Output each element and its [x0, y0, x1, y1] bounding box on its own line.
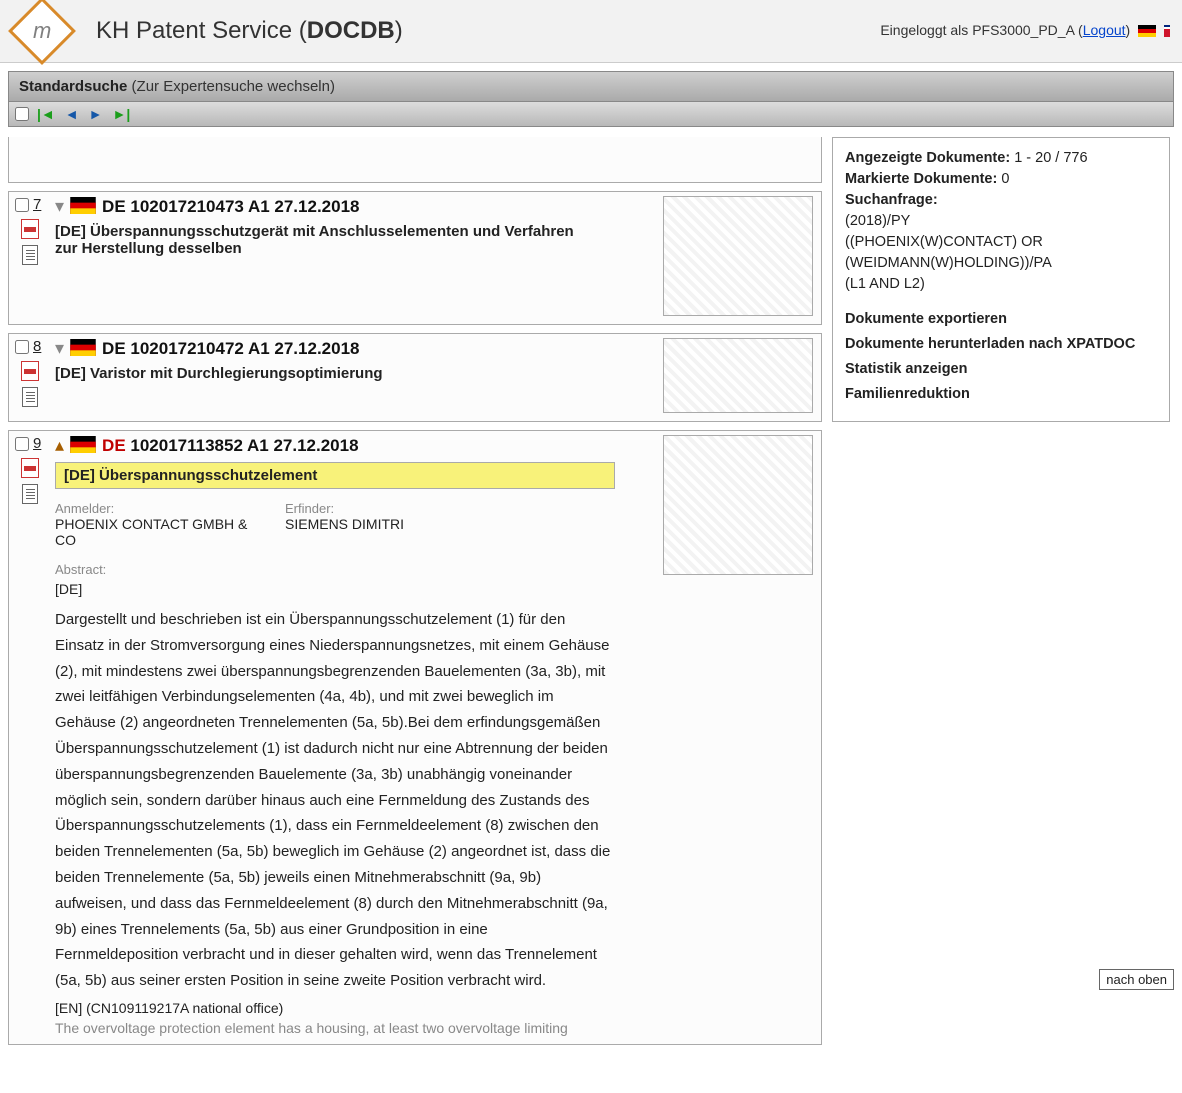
doc-number[interactable]: 9 [33, 435, 41, 452]
link-family[interactable]: Familienreduktion [845, 384, 1157, 405]
abstract-body: Dargestellt und beschrieben ist ein Über… [55, 607, 615, 994]
doc-title: [DE] Überspannungsschutzelement [55, 462, 615, 489]
link-download[interactable]: Dokumente herunterladen nach XPATDOC [845, 334, 1157, 355]
abstract-lang: [DE] [55, 581, 655, 597]
doc-card: 7 ▾ DE 102017210473 A1 27.12.2018 [8, 191, 822, 325]
nav-prev-icon[interactable]: ◄ [63, 106, 81, 122]
back-to-top-button[interactable]: nach oben [1099, 969, 1174, 990]
fulltext-icon[interactable] [22, 245, 38, 265]
nav-first-icon[interactable]: |◄ [35, 106, 57, 122]
pdf-icon[interactable] [21, 458, 39, 478]
sidebar: Angezeigte Dokumente: 1 - 20 / 776 Marki… [832, 137, 1170, 422]
header-bar: m KH Patent Service (DOCDB) Eingeloggt a… [0, 0, 1182, 63]
search-mode-bar[interactable]: Standardsuche (Zur Expertensuche wechsel… [8, 71, 1174, 102]
fulltext-icon[interactable] [22, 387, 38, 407]
select-all-checkbox[interactable] [15, 107, 29, 121]
query-label: Suchanfrage: [845, 190, 1157, 211]
fulltext-icon[interactable] [22, 484, 38, 504]
query-line: (2018)/PY [845, 211, 1157, 232]
results-column: 7 ▾ DE 102017210473 A1 27.12.2018 [8, 137, 822, 1053]
nav-next-icon[interactable]: ► [87, 106, 105, 122]
doc-id[interactable]: DE 102017210473 A1 27.12.2018 [102, 197, 359, 217]
query-line: (L1 AND L2) [845, 274, 1157, 295]
doc-select-checkbox[interactable] [15, 340, 29, 354]
abstract-en-body: The overvoltage protection element has a… [55, 1020, 655, 1036]
erfinder-label: Erfinder: [285, 501, 404, 516]
flag-de-icon [70, 339, 96, 359]
flag-de-icon [70, 436, 96, 456]
doc-number[interactable]: 7 [33, 196, 41, 213]
marked-docs: Markierte Dokumente: 0 [845, 169, 1157, 190]
pdf-icon[interactable] [21, 361, 39, 381]
nav-last-icon[interactable]: ►| [111, 106, 133, 122]
flag-en-icon[interactable] [1164, 24, 1170, 40]
link-stats[interactable]: Statistik anzeigen [845, 359, 1157, 380]
erfinder-value: SIEMENS DIMITRI [285, 516, 404, 532]
abstract-en-note: [EN] (CN109119217A national office) [55, 1000, 655, 1016]
doc-select-checkbox[interactable] [15, 437, 29, 451]
link-export[interactable]: Dokumente exportieren [845, 309, 1157, 330]
doc-title: [DE] Varistor mit Durchlegierungsoptimie… [55, 365, 575, 382]
doc-id[interactable]: DE 102017113852 A1 27.12.2018 [102, 436, 359, 456]
query-line: ((PHOENIX(W)CONTACT) OR (WEIDMANN(W)HOLD… [845, 232, 1157, 274]
doc-card: 9 ▴ DE 102017113852 A1 27.12.2018 [8, 430, 822, 1045]
anmelder-value: PHOENIX CONTACT GMBH & CO [55, 516, 265, 548]
doc-thumbnail[interactable] [663, 338, 813, 413]
doc-thumbnail[interactable] [663, 196, 813, 316]
nav-bar: |◄ ◄ ► ►| [8, 102, 1174, 127]
logo-icon: m [8, 0, 76, 65]
doc-title: [DE] Überspannungsschutzgerät mit Anschl… [55, 223, 575, 257]
logout-link[interactable]: Logout [1083, 22, 1126, 38]
expand-toggle-icon[interactable]: ▴ [55, 435, 64, 456]
pdf-icon[interactable] [21, 219, 39, 239]
doc-id[interactable]: DE 102017210472 A1 27.12.2018 [102, 339, 359, 359]
anmelder-label: Anmelder: [55, 501, 265, 516]
abstract-label: Abstract: [55, 562, 655, 577]
expand-toggle-icon[interactable]: ▾ [55, 338, 64, 359]
app-title: KH Patent Service (DOCDB) [96, 17, 403, 45]
shown-docs: Angezeigte Dokumente: 1 - 20 / 776 [845, 148, 1157, 169]
doc-card: 8 ▾ DE 102017210472 A1 27.12.2018 [8, 333, 822, 422]
login-info: Eingeloggt als PFS3000_PD_A (Logout) [880, 22, 1174, 39]
doc-select-checkbox[interactable] [15, 198, 29, 212]
partial-doc-above [8, 137, 822, 183]
doc-thumbnail[interactable] [663, 435, 813, 575]
expand-toggle-icon[interactable]: ▾ [55, 196, 64, 217]
flag-de-icon [70, 197, 96, 217]
doc-number[interactable]: 8 [33, 338, 41, 355]
flag-de-icon[interactable] [1138, 24, 1156, 40]
